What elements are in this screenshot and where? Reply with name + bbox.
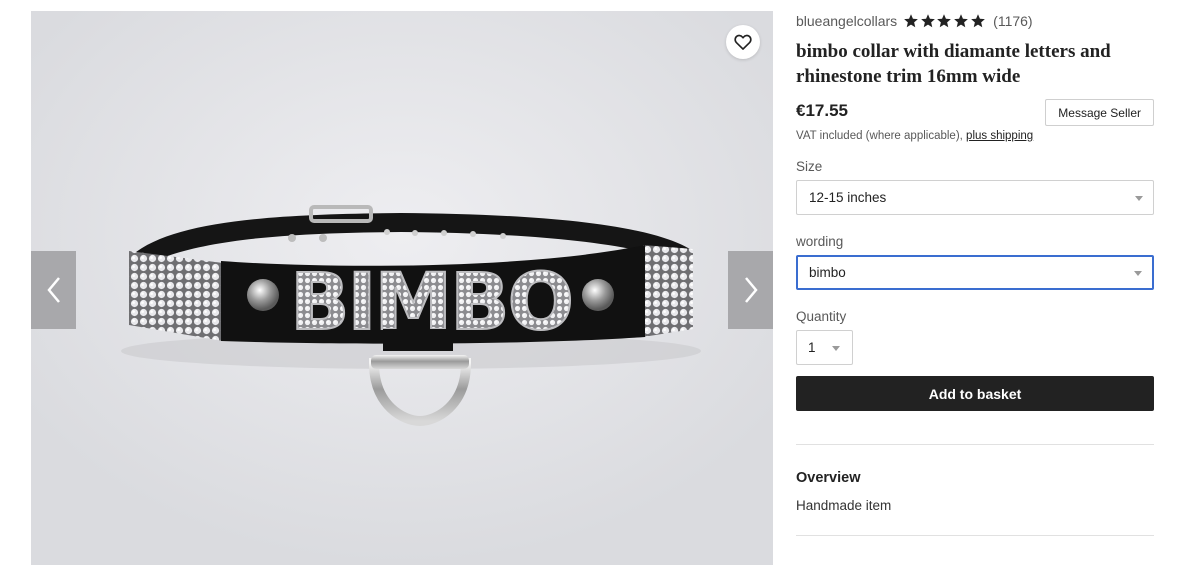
shop-name-link[interactable]: blueangelcollars bbox=[796, 13, 897, 29]
price-row: €17.55 Message Seller bbox=[796, 99, 1154, 130]
size-select[interactable]: 12-15 inches bbox=[796, 180, 1154, 215]
vat-notice: VAT included (where applicable), plus sh… bbox=[796, 130, 1154, 142]
overview-heading[interactable]: Overview bbox=[796, 470, 1154, 486]
shipping-link[interactable]: plus shipping bbox=[966, 130, 1033, 142]
product-title: bimbo collar with diamante letters and r… bbox=[796, 41, 1111, 87]
wording-label: wording bbox=[796, 234, 844, 249]
caret-down-icon bbox=[1135, 195, 1143, 201]
shop-info: blueangelcollars (1176) bbox=[796, 11, 1154, 31]
size-label: Size bbox=[796, 159, 823, 174]
message-seller-button[interactable]: Message Seller bbox=[1045, 99, 1154, 126]
product-photo: BIMBO bbox=[31, 11, 773, 565]
chevron-left-icon bbox=[46, 277, 60, 303]
previous-image-button[interactable] bbox=[31, 251, 76, 329]
quantity-select[interactable]: 1 bbox=[796, 330, 853, 365]
caret-down-icon bbox=[832, 345, 840, 351]
quantity-select-value: 1 bbox=[808, 340, 816, 355]
quantity-label: Quantity bbox=[796, 309, 847, 324]
overview-item: Handmade item bbox=[796, 498, 892, 513]
star-icon bbox=[954, 14, 968, 28]
wording-select-value: bimbo bbox=[809, 265, 846, 280]
chevron-right-icon bbox=[744, 277, 758, 303]
star-icon bbox=[904, 14, 919, 28]
product-image-gallery: BIMBO bbox=[31, 11, 773, 565]
vat-text: VAT included (where applicable), bbox=[796, 130, 963, 142]
divider bbox=[796, 444, 1154, 445]
caret-down-icon bbox=[1134, 270, 1142, 276]
wording-select[interactable]: bimbo bbox=[796, 255, 1154, 290]
product-details-panel: blueangelcollars (1176) bimbo collar wit… bbox=[796, 11, 1154, 536]
review-count[interactable]: (1176) bbox=[993, 13, 1032, 29]
next-image-button[interactable] bbox=[728, 251, 773, 329]
divider bbox=[796, 535, 1154, 536]
favorite-button[interactable] bbox=[726, 25, 760, 59]
size-select-value: 12-15 inches bbox=[809, 190, 887, 205]
add-to-basket-button[interactable]: Add to basket bbox=[796, 376, 1154, 411]
star-icon bbox=[937, 14, 952, 28]
star-icon bbox=[970, 14, 985, 28]
rating-stars bbox=[903, 13, 986, 29]
heart-icon bbox=[734, 34, 752, 50]
star-icon bbox=[920, 14, 935, 28]
